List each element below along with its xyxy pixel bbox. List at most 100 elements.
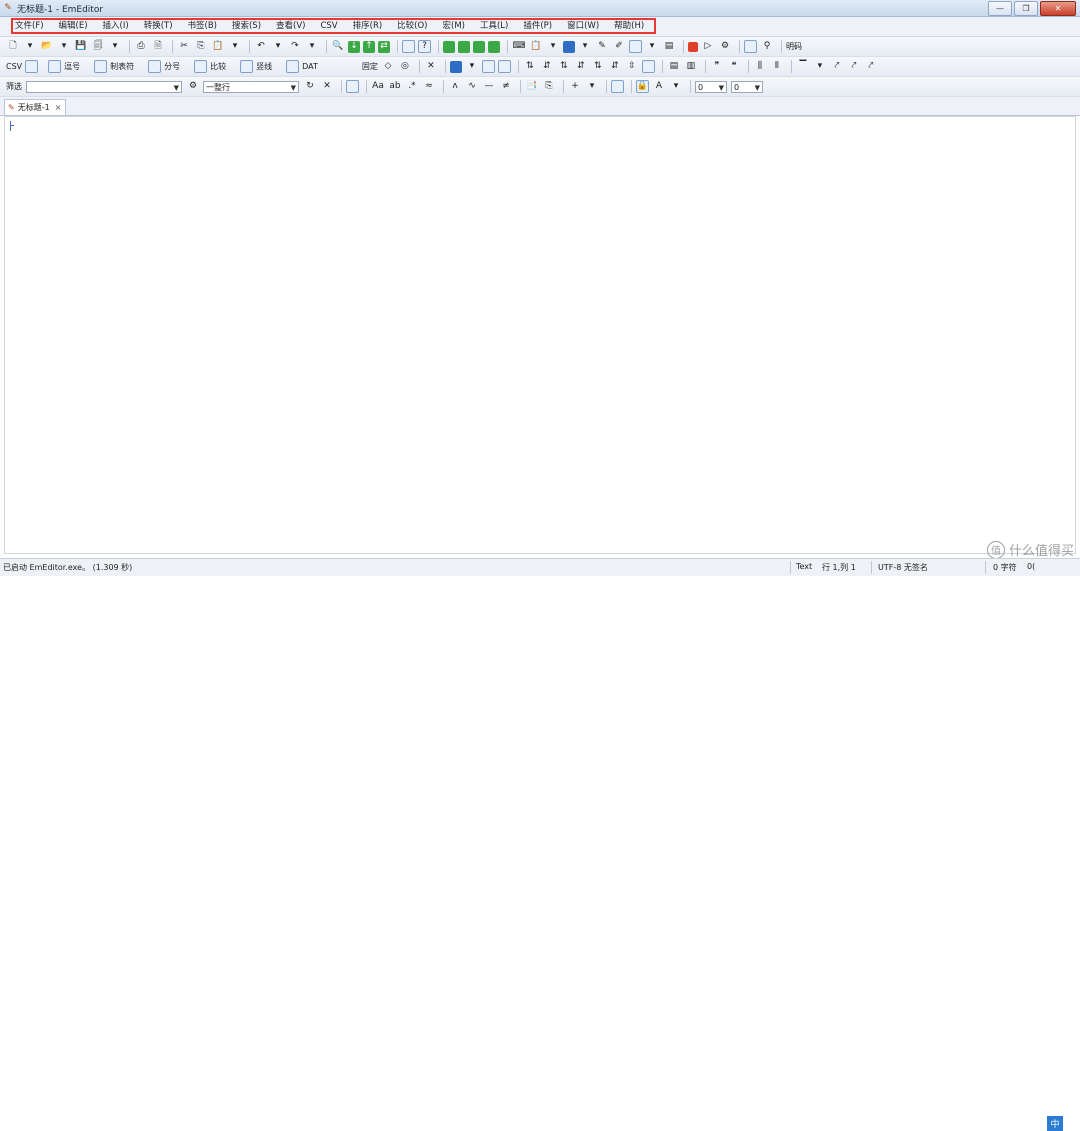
menu-tools[interactable]: 工具(L) [480,20,508,33]
status-encoding[interactable]: UTF-8 无签名 [878,562,928,573]
csv-dat-button[interactable]: DAT [286,60,326,73]
font-icon[interactable]: A [652,80,666,94]
close-button[interactable]: ✕ [1040,1,1076,16]
pencil-icon[interactable]: ✎ [595,40,609,54]
macro-label[interactable]: 明码 [786,41,802,52]
tools-icon[interactable]: ✕ [424,60,438,74]
new-file-icon[interactable]: 🗋 [6,40,20,54]
quote-icon[interactable]: ❞ [710,60,724,74]
menu-insert[interactable]: 插入(I) [103,20,129,33]
dropdown-arrow-icon[interactable]: ▾ [57,40,71,54]
dropdown-arrow-icon[interactable]: ▾ [813,60,827,74]
csv-pipe-button[interactable]: 竖线 [240,60,280,73]
csv-comma-button[interactable]: 逗号 [48,60,88,73]
export-1-icon[interactable]: ⤤ [830,60,844,74]
menu-macro[interactable]: 宏(M) [443,20,465,33]
menu-help[interactable]: 帮助(H) [614,20,644,33]
sort-len-desc-icon[interactable]: ⇵ [608,60,622,74]
input-method-icon[interactable]: 中 [1047,1116,1063,1131]
paste-icon[interactable]: 📋 [211,40,225,54]
dropdown-arrow-icon[interactable]: ▾ [465,60,479,74]
dropdown-arrow-icon[interactable]: ▾ [23,40,37,54]
export-2-icon[interactable]: ⤤ [847,60,861,74]
replace-icon[interactable]: ⇄ [378,40,390,53]
column-delete-icon[interactable] [497,60,511,73]
menu-view[interactable]: 查看(V) [276,20,305,33]
view-mode-1-icon[interactable] [443,40,455,53]
copy-icon[interactable]: ⎘ [194,40,208,54]
scope-select[interactable]: 一整行 ▼ [203,80,299,93]
find-prev-icon[interactable]: ↑ [363,40,375,53]
record-macro-icon[interactable] [688,41,698,52]
dropdown-arrow-icon[interactable]: ▾ [669,80,683,94]
restore-button[interactable]: ❐ [1014,1,1038,16]
diamond-icon[interactable]: ◇ [381,60,395,74]
column-insert-icon[interactable] [481,60,495,73]
tab-untitled-1[interactable]: ✎ 无标题-1 × [4,99,67,115]
view-mode-3-icon[interactable] [473,40,485,53]
compare-icon[interactable]: ▤ [667,60,681,74]
find-next-icon[interactable]: ↓ [348,40,360,53]
circle-icon[interactable]: ◎ [398,60,412,74]
wave-icon[interactable]: ∿ [465,80,479,94]
sort-desc-icon[interactable]: ⇵ [540,60,554,74]
diff-icon[interactable]: ▥ [684,60,698,74]
menu-window[interactable]: 窗口(W) [567,20,599,33]
highlight-match-icon[interactable]: ʌ [448,80,462,94]
undo-icon[interactable]: ↶ [254,40,268,54]
dropdown-arrow-icon[interactable]: ▾ [271,40,285,54]
escape-icon[interactable]: ≈ [422,80,436,94]
filter-bar-icon[interactable] [611,80,624,93]
tab-close-icon[interactable]: × [55,103,62,112]
menu-file[interactable]: 文件(F) [15,20,44,33]
filter-options-icon[interactable]: ⚙ [186,80,200,94]
menu-edit[interactable]: 编辑(E) [59,20,88,33]
keyboard-icon[interactable]: ⌨ [512,40,526,54]
number-select-2[interactable]: 0 ▼ [731,80,763,93]
dropdown-arrow-icon[interactable]: ▾ [108,40,122,54]
refresh-icon[interactable]: ↻ [303,80,317,94]
copy-filter-icon[interactable]: ⎘ [542,80,556,94]
macro-run-icon[interactable]: ⚙ [718,40,732,54]
menu-sort[interactable]: 排序(R) [353,20,383,33]
save-all-icon[interactable]: 🗐 [91,40,105,54]
print-icon[interactable]: ⎙ [134,40,148,54]
export-3-icon[interactable]: ⤤ [864,60,878,74]
number-select-1[interactable]: 0 ▼ [695,80,727,93]
play-macro-icon[interactable]: ▷ [701,40,715,54]
save-icon[interactable]: 💾 [74,40,88,54]
csv-tab-button[interactable]: 制表符 [94,60,142,73]
csv-compare-button[interactable]: 比较 [194,60,234,73]
sort-num-asc-icon[interactable]: ⇅ [557,60,571,74]
dropdown-arrow-icon[interactable]: ▾ [585,80,599,94]
chart-icon[interactable]: ▤ [662,40,676,54]
view-mode-4-icon[interactable] [488,40,500,53]
line-icon[interactable]: — [482,80,496,94]
regex-icon[interactable]: .* [405,80,419,94]
menu-convert[interactable]: 转换(T) [144,20,173,33]
status-position[interactable]: 行 1,列 1 [822,562,856,573]
csv-semicolon-button[interactable]: 分号 [148,60,188,73]
menu-csv[interactable]: CSV [320,20,337,33]
dropdown-arrow-icon[interactable]: ▾ [578,40,592,54]
panel-icon[interactable] [629,40,642,53]
link-icon[interactable]: ⚲ [760,40,774,54]
clipboard-icon[interactable]: 📋 [529,40,543,54]
sort-len-asc-icon[interactable]: ⇅ [591,60,605,74]
sort-custom-icon[interactable]: ⇳ [625,60,639,74]
unquote-icon[interactable]: ❝ [727,60,741,74]
split-icon[interactable]: ⫼ [753,60,767,74]
clear-icon[interactable]: ✕ [320,80,334,94]
sort-asc-icon[interactable]: ⇅ [523,60,537,74]
menu-bookmark[interactable]: 书签(B) [188,20,217,33]
advanced-filter-icon[interactable] [346,80,359,93]
window-icon[interactable] [563,40,575,53]
cut-icon[interactable]: ✂ [177,40,191,54]
sort-options-icon[interactable] [641,60,655,73]
view-mode-2-icon[interactable] [458,40,470,53]
edit-icon[interactable]: ✐ [612,40,626,54]
column-select-icon[interactable] [449,60,462,73]
help-icon[interactable]: ? [418,40,431,53]
status-mode[interactable]: Text [796,562,812,571]
csv-mode-icon[interactable] [25,60,39,73]
